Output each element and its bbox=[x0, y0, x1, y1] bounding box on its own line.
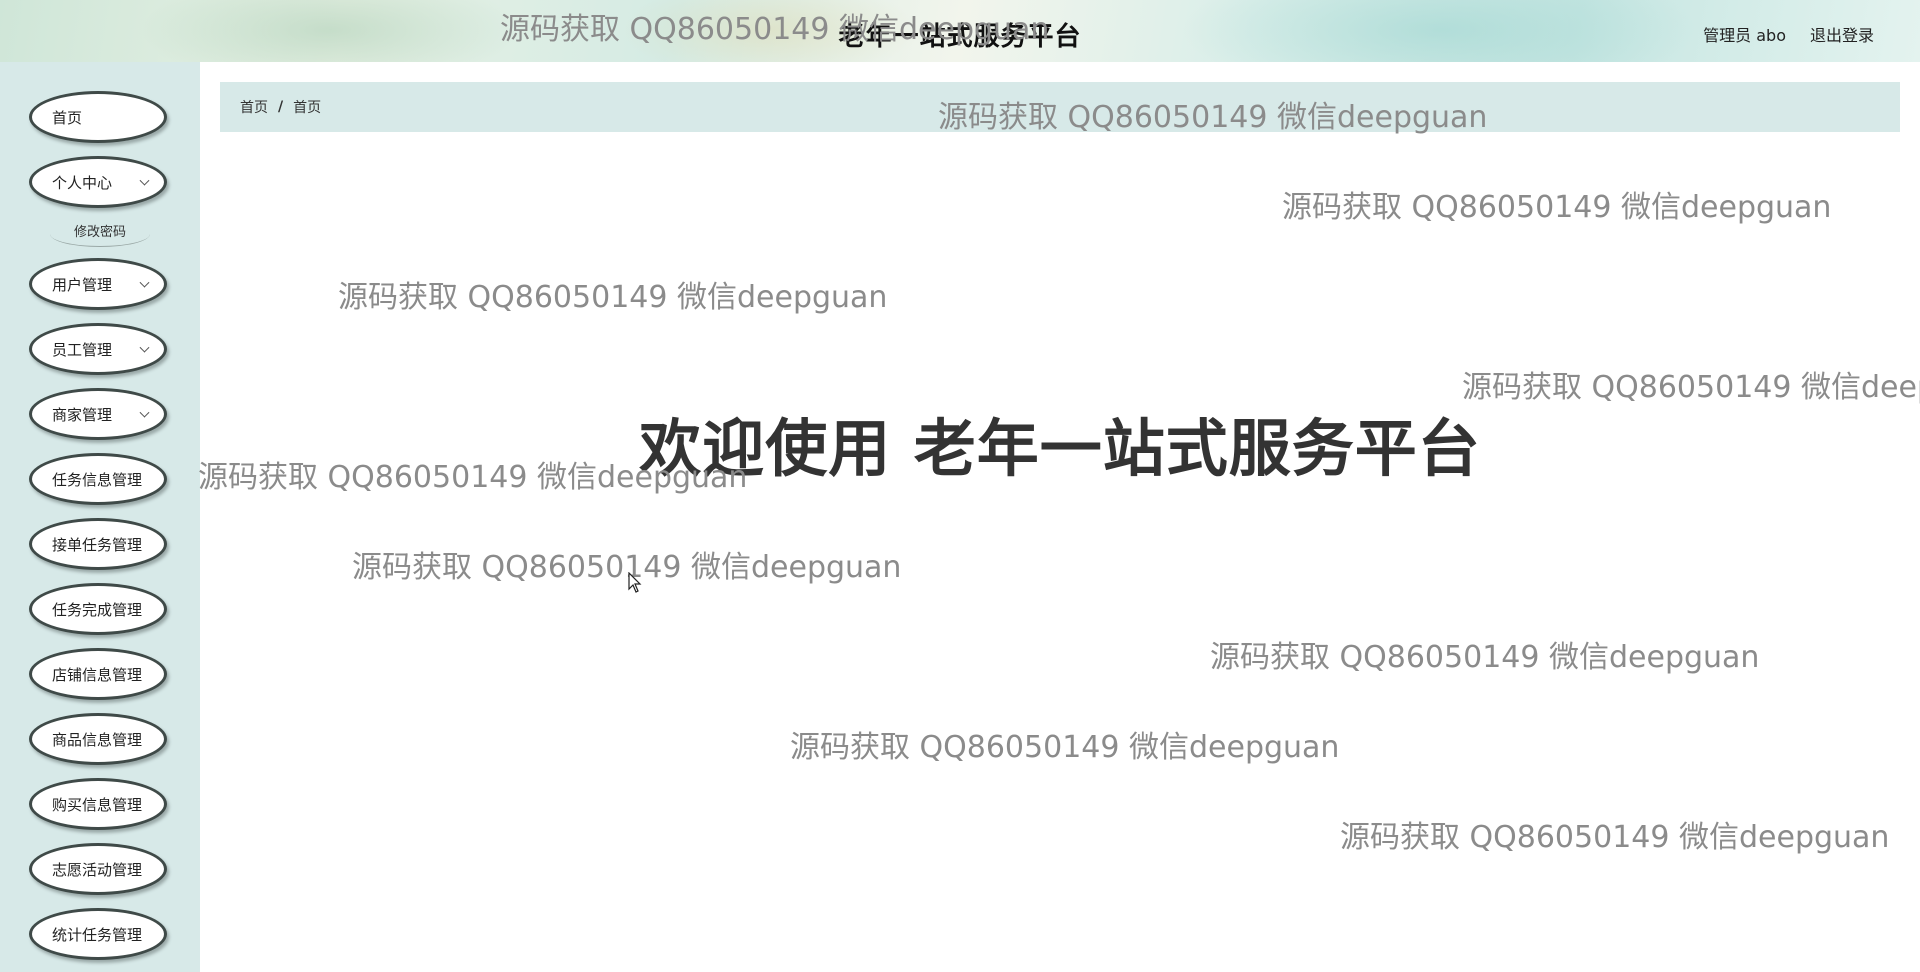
sidebar-item-label: 个人中心 bbox=[52, 173, 113, 192]
app-title: 老年一站式服务平台 bbox=[838, 22, 1082, 52]
mouse-pointer-icon bbox=[628, 572, 642, 593]
sidebar-item-shop-info[interactable]: 店铺信息管理 bbox=[29, 648, 167, 700]
breadcrumb-item-current: 首页 bbox=[293, 100, 322, 116]
top-header: 老年一站式服务平台 管理员 abo 退出登录 bbox=[0, 0, 1920, 62]
sidebar-item-label: 用户管理 bbox=[52, 275, 113, 294]
sidebar-item-task-statistics[interactable]: 统计任务管理 bbox=[29, 908, 167, 960]
breadcrumb-item-home[interactable]: 首页 bbox=[240, 97, 268, 117]
sidebar-item-user-management[interactable]: 用户管理 bbox=[29, 258, 167, 310]
sidebar-item-label: 任务信息管理 bbox=[52, 470, 143, 489]
watermark-text: 源码获取 QQ86050149 微信deepguan bbox=[1210, 640, 1760, 675]
sidebar-item-label: 首页 bbox=[52, 108, 83, 127]
sidebar-item-volunteer-activity[interactable]: 志愿活动管理 bbox=[29, 843, 167, 895]
sidebar-item-personal-center[interactable]: 个人中心 bbox=[29, 156, 167, 208]
watermark-text: 源码获取 QQ86050149 微信deepguan bbox=[338, 280, 888, 315]
logout-link[interactable]: 退出登录 bbox=[1810, 22, 1874, 46]
sidebar-item-label: 店铺信息管理 bbox=[52, 665, 143, 684]
sidebar-item-label: 接单任务管理 bbox=[52, 535, 143, 554]
sidebar-item-label: 商家管理 bbox=[52, 405, 113, 424]
chevron-down-icon bbox=[139, 277, 150, 288]
sidebar-item-product-info[interactable]: 商品信息管理 bbox=[29, 713, 167, 765]
current-user-label: 管理员 abo bbox=[1703, 26, 1786, 45]
watermark-text: 源码获取 QQ86050149 微信deepguan bbox=[790, 730, 1340, 765]
sidebar-item-staff-management[interactable]: 员工管理 bbox=[29, 323, 167, 375]
chevron-down-icon bbox=[139, 342, 150, 353]
sidebar-item-accepted-tasks[interactable]: 接单任务管理 bbox=[29, 518, 167, 570]
sidebar-item-label: 统计任务管理 bbox=[52, 925, 143, 944]
breadcrumb: 首页 / 首页 bbox=[220, 82, 1900, 132]
watermark-text: 源码获取 QQ86050149 微信deepguan bbox=[352, 550, 902, 585]
sidebar-menu: 首页 个人中心 修改密码 用户管理 员工管理 商家管理 任务信息管理 接单任务管… bbox=[0, 62, 200, 972]
welcome-heading: 欢迎使用 老年一站式服务平台 bbox=[639, 412, 1481, 485]
sidebar-item-label: 任务完成管理 bbox=[52, 600, 143, 619]
sidebar-item-label: 员工管理 bbox=[52, 340, 113, 359]
sidebar-item-home[interactable]: 首页 bbox=[29, 91, 167, 143]
sidebar-subitem-change-password[interactable]: 修改密码 bbox=[50, 221, 150, 247]
sidebar-item-label: 购买信息管理 bbox=[52, 795, 143, 814]
chevron-down-icon bbox=[139, 175, 150, 186]
sidebar-item-merchant-management[interactable]: 商家管理 bbox=[29, 388, 167, 440]
chevron-down-icon bbox=[139, 407, 150, 418]
sidebar-item-label: 商品信息管理 bbox=[52, 730, 143, 749]
watermark-text: 源码获取 QQ86050149 微信deepguan bbox=[1340, 820, 1890, 855]
breadcrumb-separator: / bbox=[278, 99, 284, 115]
sidebar-item-purchase-info[interactable]: 购买信息管理 bbox=[29, 778, 167, 830]
sidebar-item-label: 志愿活动管理 bbox=[52, 860, 143, 879]
sidebar-item-task-completion[interactable]: 任务完成管理 bbox=[29, 583, 167, 635]
watermark-text: 源码获取 QQ86050149 微信deepguan bbox=[1282, 190, 1832, 225]
sidebar-item-task-info[interactable]: 任务信息管理 bbox=[29, 453, 167, 505]
